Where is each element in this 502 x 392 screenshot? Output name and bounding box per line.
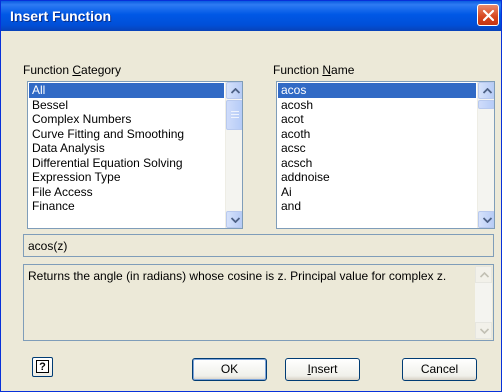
function-scroll-thumb[interactable]	[478, 100, 494, 109]
category-scroll-up-button[interactable]	[226, 82, 242, 99]
list-item[interactable]: File Access	[29, 185, 224, 200]
description-scroll-down-button	[475, 322, 492, 339]
list-item[interactable]: acsc	[278, 141, 476, 156]
description-scrollbar	[475, 266, 492, 339]
help-button[interactable]: ?	[32, 357, 53, 377]
function-scroll-down-button[interactable]	[478, 211, 494, 228]
description-scroll-up-button	[475, 266, 492, 283]
list-item[interactable]: acsch	[278, 156, 476, 171]
list-item[interactable]: acos	[278, 83, 476, 98]
close-icon	[482, 9, 495, 22]
title-bar[interactable]: Insert Function	[1, 1, 501, 31]
list-item[interactable]: acot	[278, 112, 476, 127]
category-list: All Bessel Complex Numbers Curve Fitting an…	[29, 83, 224, 214]
description-box: Returns the angle (in radians) whose cos…	[23, 264, 494, 341]
list-item[interactable]: Ai	[278, 185, 476, 200]
category-scroll-thumb[interactable]	[226, 100, 242, 130]
function-name-listbox[interactable]: acos acosh acot acoth acsc acsch addnoise Ai and	[276, 81, 495, 229]
arrow-down-icon	[483, 217, 492, 223]
function-name-scrollbar[interactable]	[477, 82, 494, 228]
arrow-down-icon	[480, 328, 489, 334]
arrow-up-icon	[231, 88, 240, 94]
close-button[interactable]	[477, 4, 499, 26]
category-scrollbar[interactable]	[225, 82, 242, 228]
category-scroll-down-button[interactable]	[226, 211, 242, 228]
description-text: Returns the angle (in radians) whose cos…	[28, 269, 447, 283]
ok-button[interactable]: OK	[192, 358, 267, 381]
list-item[interactable]: Expression Type	[29, 170, 224, 185]
syntax-display: acos(z)	[23, 234, 494, 257]
category-label: Function Category	[23, 63, 122, 77]
list-item[interactable]: All	[29, 83, 224, 98]
list-item[interactable]: acoth	[278, 127, 476, 142]
list-item[interactable]: addnoise	[278, 170, 476, 185]
category-listbox[interactable]: All Bessel Complex Numbers Curve Fitting an…	[27, 81, 243, 229]
function-name-list: acos acosh acot acoth acsc acsch addnoise Ai and	[278, 83, 476, 214]
insert-function-dialog: Insert Function Function Category All Bes…	[0, 0, 502, 392]
list-item[interactable]: Finance	[29, 199, 224, 214]
list-item[interactable]: Bessel	[29, 98, 224, 113]
help-icon: ?	[36, 360, 49, 373]
list-item[interactable]: acosh	[278, 98, 476, 113]
function-scroll-up-button[interactable]	[478, 82, 494, 99]
cancel-button[interactable]: Cancel	[402, 358, 477, 381]
list-item[interactable]: Curve Fitting and Smoothing	[29, 127, 224, 142]
arrow-up-icon	[480, 272, 489, 278]
window-title: Insert Function	[10, 8, 112, 24]
list-item[interactable]: Data Analysis	[29, 141, 224, 156]
list-item[interactable]: and	[278, 199, 476, 214]
list-item[interactable]: Complex Numbers	[29, 112, 224, 127]
insert-button[interactable]: Insert	[285, 358, 360, 381]
arrow-up-icon	[483, 88, 492, 94]
function-name-label: Function Name	[273, 63, 355, 77]
arrow-down-icon	[231, 217, 240, 223]
list-item[interactable]: Differential Equation Solving	[29, 156, 224, 171]
